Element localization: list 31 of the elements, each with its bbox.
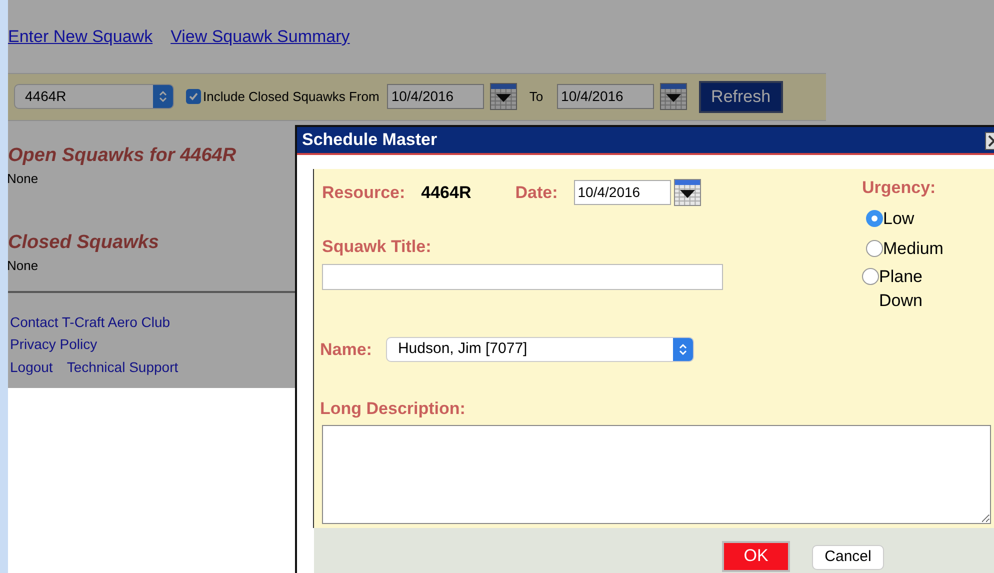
- nav-link[interactable]: Enter New Squawk: [8, 24, 153, 50]
- footer-link[interactable]: Logout: [10, 356, 53, 378]
- urgency-label: Urgency:: [862, 177, 937, 199]
- section-heading: Closed Squawks: [8, 232, 159, 254]
- radio-label: Medium: [883, 238, 944, 260]
- from-date-field[interactable]: 10/4/2016: [387, 84, 484, 109]
- cancel-button[interactable]: Cancel: [812, 544, 884, 570]
- radio-label: Low: [883, 208, 914, 230]
- date-field[interactable]: 10/4/2016: [574, 180, 671, 205]
- to-label: To: [529, 88, 544, 106]
- date-label: Date:: [515, 182, 558, 204]
- resource-select[interactable]: 4464R: [14, 84, 174, 109]
- resource-value: 4464R: [421, 182, 472, 204]
- long-description-label: Long Description:: [320, 398, 466, 420]
- section-text: None: [8, 257, 40, 275]
- footer-link[interactable]: Technical Support: [66, 356, 178, 378]
- section-heading: Open Squawks for 4464R: [8, 144, 236, 166]
- name-select[interactable]: Hudson, Jim [7077]: [386, 336, 694, 362]
- footer-link[interactable]: Privacy Policy: [10, 333, 98, 356]
- checkbox-label: Include Closed Squawks From: [203, 88, 380, 106]
- resource-label: Resource:: [322, 182, 406, 204]
- refresh-button[interactable]: Refresh: [699, 80, 783, 112]
- footer-link[interactable]: Contact T-Craft Aero Club: [10, 310, 170, 333]
- nav-link[interactable]: View Squawk Summary: [170, 24, 350, 50]
- ok-button[interactable]: OK: [722, 540, 790, 572]
- section-text: None: [8, 170, 40, 188]
- squawk-title-label: Squawk Title:: [322, 236, 432, 258]
- to-date-field[interactable]: 10/4/2016: [557, 84, 654, 109]
- dialog-title: Schedule Master: [302, 129, 438, 152]
- radio-label: Plane Down: [879, 266, 924, 312]
- name-label: Name:: [320, 338, 372, 360]
